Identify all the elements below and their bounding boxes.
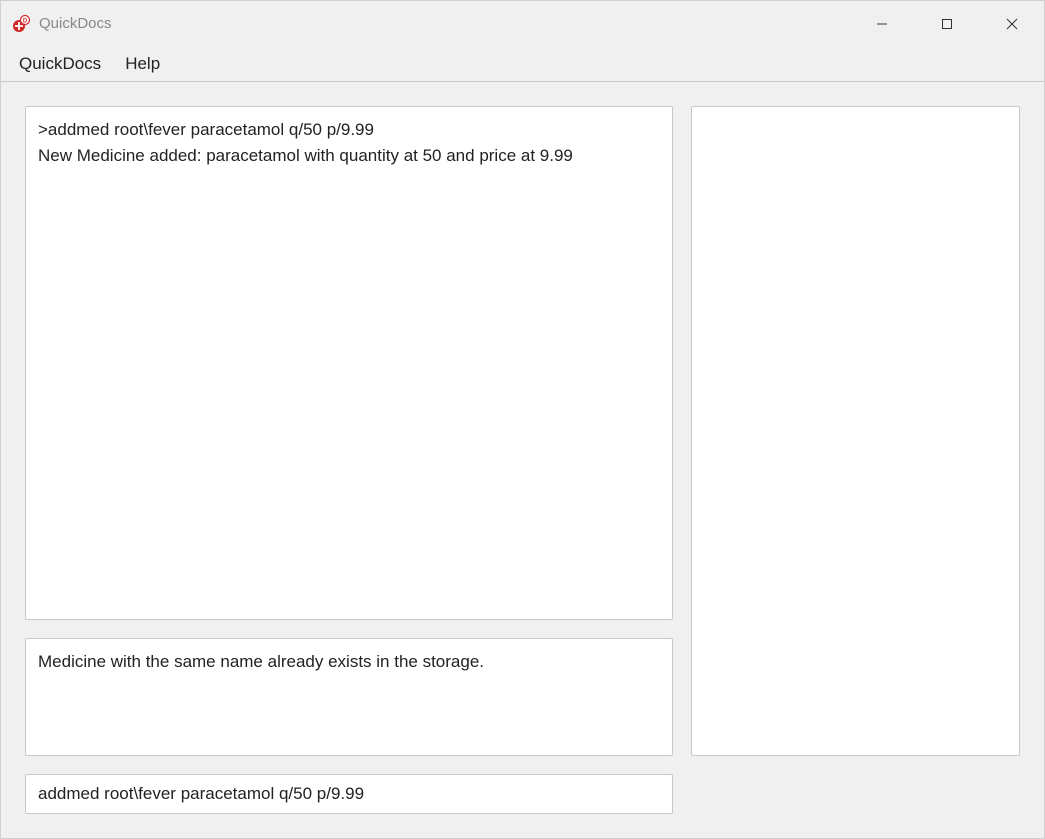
side-panel: [691, 106, 1020, 756]
titlebar: D QuickDocs: [1, 1, 1044, 46]
menu-quickdocs[interactable]: QuickDocs: [19, 54, 101, 74]
left-column: >addmed root\fever paracetamol q/50 p/9.…: [25, 106, 673, 756]
command-input[interactable]: [25, 774, 673, 814]
menubar: QuickDocs Help: [1, 46, 1044, 82]
close-button[interactable]: [979, 1, 1044, 46]
app-window: D QuickDocs QuickDocs Help >addmed root\…: [0, 0, 1045, 839]
main-content: >addmed root\fever paracetamol q/50 p/9.…: [1, 82, 1044, 838]
bottom-row: [25, 774, 1020, 814]
app-icon: D: [11, 14, 31, 34]
message-panel: Medicine with the same name already exis…: [25, 638, 673, 756]
minimize-button[interactable]: [849, 1, 914, 46]
window-controls: [849, 1, 1044, 46]
window-title: QuickDocs: [39, 15, 849, 32]
maximize-button[interactable]: [914, 1, 979, 46]
svg-text:D: D: [23, 18, 28, 24]
bottom-spacer: [691, 774, 1020, 814]
log-panel[interactable]: >addmed root\fever paracetamol q/50 p/9.…: [25, 106, 673, 620]
menu-help[interactable]: Help: [125, 54, 160, 74]
